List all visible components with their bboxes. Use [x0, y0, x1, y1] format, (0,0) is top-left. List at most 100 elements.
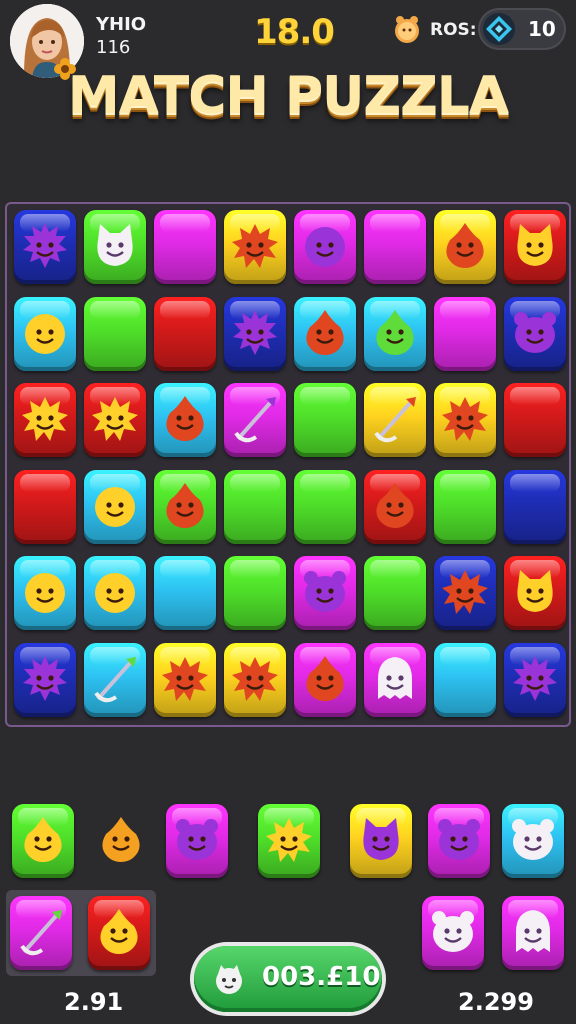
- board-tile-r5c0[interactable]: [14, 642, 76, 717]
- red-sun-monster-icon: [440, 393, 490, 447]
- queue-piece-0[interactable]: [12, 804, 74, 878]
- board-tile-r2c0[interactable]: [14, 383, 76, 457]
- gem-count: 10: [528, 17, 556, 41]
- held-piece-1[interactable]: [88, 896, 150, 970]
- tile-shine: [440, 300, 490, 319]
- player-name: YHIO: [96, 14, 147, 35]
- board-tile-r3c6[interactable]: [434, 469, 496, 544]
- board-tile-r3c7[interactable]: [504, 469, 566, 544]
- board-tile-r1c2[interactable]: [154, 296, 216, 371]
- board-tile-r3c1[interactable]: [84, 469, 146, 544]
- board-tile-r4c2[interactable]: [154, 556, 216, 630]
- ros-label: ROS:: [430, 20, 477, 40]
- tile-shine: [160, 560, 210, 578]
- game-title: MATCH PUZZLA: [67, 66, 509, 126]
- board-tile-r0c4[interactable]: [294, 210, 356, 284]
- board-tile-r4c6[interactable]: [434, 556, 496, 630]
- shop-button[interactable]: 003.£10: [194, 946, 382, 1012]
- board-tile-r1c3[interactable]: [224, 296, 286, 371]
- board-tile-r3c3[interactable]: [224, 469, 286, 544]
- red-flame-monster-icon: [300, 653, 350, 707]
- tile-shine: [370, 560, 420, 578]
- red-sun-monster-icon: [160, 653, 210, 707]
- yellow-blob-monster-icon: [90, 480, 140, 534]
- purple-spiky-monster-icon: [20, 653, 70, 707]
- board-tile-r3c0[interactable]: [14, 469, 76, 544]
- queue-piece-4[interactable]: [350, 804, 412, 878]
- board-tile-r2c2[interactable]: [154, 383, 216, 457]
- red-sun-monster-icon: [230, 220, 280, 274]
- board-tile-r4c5[interactable]: [364, 556, 426, 630]
- extra-piece-0[interactable]: [422, 896, 484, 970]
- tile-shine: [440, 473, 490, 492]
- purple-bear-monster-icon: [434, 814, 484, 868]
- board-tile-r4c0[interactable]: [14, 556, 76, 630]
- tile-shine: [370, 214, 420, 232]
- purple-bear-monster-icon: [300, 566, 350, 620]
- board-tile-r0c2[interactable]: [154, 210, 216, 284]
- board-tile-r4c1[interactable]: [84, 556, 146, 630]
- board-tile-r5c4[interactable]: [294, 642, 356, 717]
- red-flame-monster-icon: [370, 480, 420, 534]
- board-tile-r0c6[interactable]: [434, 210, 496, 284]
- game-board: [5, 202, 571, 727]
- shop-value: 003.£10: [262, 962, 381, 992]
- queue-piece-1[interactable]: [90, 804, 152, 878]
- board-tile-r4c7[interactable]: [504, 556, 566, 630]
- board-tile-r1c0[interactable]: [14, 296, 76, 371]
- board-tile-r0c5[interactable]: [364, 210, 426, 284]
- purple-spear-item-icon: [230, 393, 280, 447]
- board-tile-r0c7[interactable]: [504, 210, 566, 284]
- white-ghost-monster-icon: [508, 906, 558, 960]
- purple-cat-monster-icon: [356, 814, 406, 868]
- board-tile-r5c3[interactable]: [224, 642, 286, 717]
- board-tile-r2c3[interactable]: [224, 383, 286, 457]
- board-tile-r1c4[interactable]: [294, 296, 356, 371]
- board-tile-r2c6[interactable]: [434, 383, 496, 457]
- queue-piece-5[interactable]: [428, 804, 490, 878]
- tile-shine: [160, 214, 210, 232]
- board-tile-r2c1[interactable]: [84, 383, 146, 457]
- board-tile-r3c5[interactable]: [364, 469, 426, 544]
- gem-counter[interactable]: 10: [478, 8, 566, 50]
- tile-shine: [230, 560, 280, 578]
- board-tile-r5c7[interactable]: [504, 642, 566, 717]
- held-piece-0[interactable]: [10, 896, 72, 970]
- tile-shine: [20, 473, 70, 492]
- queue-piece-3[interactable]: [258, 804, 320, 878]
- player-level: 116: [96, 37, 131, 58]
- board-tile-r0c1[interactable]: [84, 210, 146, 284]
- board-tile-r2c4[interactable]: [294, 383, 356, 457]
- yellow-cat-monster-icon: [510, 220, 560, 274]
- yellow-blob-monster-icon: [20, 307, 70, 361]
- extra-piece-1[interactable]: [502, 896, 564, 970]
- board-tile-r1c5[interactable]: [364, 296, 426, 371]
- board-tile-r3c4[interactable]: [294, 469, 356, 544]
- board-tile-r0c0[interactable]: [14, 210, 76, 284]
- board-tile-r1c7[interactable]: [504, 296, 566, 371]
- board-tile-r5c5[interactable]: [364, 642, 426, 717]
- white-bear-monster-icon: [428, 906, 478, 960]
- board-tile-r5c6[interactable]: [434, 642, 496, 717]
- board-tile-r0c3[interactable]: [224, 210, 286, 284]
- board-tile-r2c5[interactable]: [364, 383, 426, 457]
- yellow-drop-monster-icon: [18, 814, 68, 868]
- board-tile-r1c1[interactable]: [84, 296, 146, 371]
- board-tile-r3c2[interactable]: [154, 469, 216, 544]
- queue-piece-6[interactable]: [502, 804, 564, 878]
- board-tile-r5c2[interactable]: [154, 642, 216, 717]
- queue-piece-2[interactable]: [166, 804, 228, 878]
- tile-shine: [230, 473, 280, 492]
- board-tile-r1c6[interactable]: [434, 296, 496, 371]
- tile-shine: [440, 646, 490, 665]
- board-tile-r5c1[interactable]: [84, 642, 146, 717]
- board-tile-r4c4[interactable]: [294, 556, 356, 630]
- tile-shine: [300, 387, 350, 405]
- white-ghost-monster-icon: [370, 653, 420, 707]
- right-counter: 2.299: [458, 988, 534, 1016]
- board-tile-r4c3[interactable]: [224, 556, 286, 630]
- yellow-cat-monster-icon: [510, 566, 560, 620]
- board-tile-r2c7[interactable]: [504, 383, 566, 457]
- coin-icon: [395, 16, 419, 43]
- yellow-blob-monster-icon: [90, 566, 140, 620]
